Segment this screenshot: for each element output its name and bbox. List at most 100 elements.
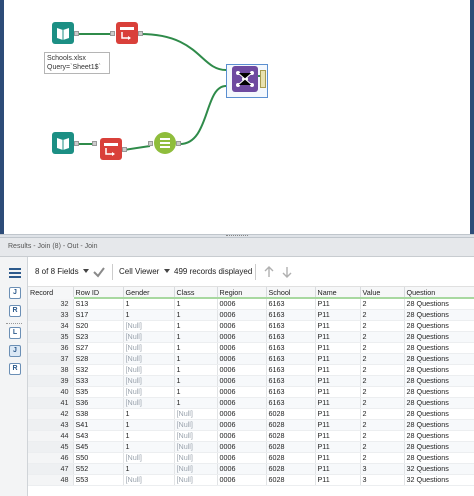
output-anchor[interactable]: [138, 31, 143, 36]
checkmark-icon[interactable]: [92, 265, 106, 279]
table-cell[interactable]: 3: [360, 474, 405, 486]
data-grid-icon[interactable]: [9, 267, 21, 279]
table-cell[interactable]: [Null]: [174, 408, 218, 420]
input-data-tool-2[interactable]: [52, 132, 74, 154]
table-row[interactable]: 48 S53 [Null] [Null] 0006 6028 P11 3 32 Question…: [28, 474, 474, 486]
table-cell[interactable]: 6163: [266, 364, 316, 376]
rail-anchor-j-top[interactable]: J: [9, 287, 21, 299]
table-cell[interactable]: P11: [315, 309, 361, 321]
rail-anchor-r-top[interactable]: R: [9, 305, 21, 317]
table-cell[interactable]: 28 Questions: [404, 386, 474, 398]
table-cell[interactable]: 6163: [266, 397, 316, 409]
table-cell[interactable]: [Null]: [123, 331, 175, 343]
table-cell[interactable]: 1: [174, 309, 218, 321]
table-cell[interactable]: 1: [123, 408, 175, 420]
table-cell[interactable]: 6163: [266, 309, 316, 321]
table-cell[interactable]: [Null]: [174, 441, 218, 453]
output-anchor[interactable]: [74, 31, 79, 36]
table-cell[interactable]: 28 Questions: [404, 342, 474, 354]
table-cell[interactable]: 28 Questions: [404, 452, 474, 464]
table-cell[interactable]: 2: [360, 331, 405, 343]
table-cell[interactable]: P11: [315, 375, 361, 387]
table-cell[interactable]: 0006: [217, 441, 267, 453]
table-cell[interactable]: 0006: [217, 364, 267, 376]
table-row[interactable]: 33 S17 1 1 0006 6163 P11 2 28 Questions: [28, 309, 474, 321]
table-cell[interactable]: 28 Questions: [404, 375, 474, 387]
table-cell[interactable]: P11: [315, 320, 361, 332]
table-cell[interactable]: 0006: [217, 386, 267, 398]
table-cell[interactable]: 0006: [217, 408, 267, 420]
table-cell[interactable]: [Null]: [123, 474, 175, 486]
table-cell[interactable]: P11: [315, 441, 361, 453]
table-cell[interactable]: S13: [73, 298, 124, 310]
table-cell[interactable]: P11: [315, 298, 361, 310]
table-cell[interactable]: 2: [360, 309, 405, 321]
column-header[interactable]: Name: [315, 287, 361, 299]
table-cell[interactable]: 6028: [266, 452, 316, 464]
table-row[interactable]: 43 S41 1 [Null] 0006 6028 P11 2 28 Questions: [28, 419, 474, 431]
table-cell[interactable]: [Null]: [123, 375, 175, 387]
table-cell[interactable]: 1: [174, 353, 218, 365]
rail-anchor-j[interactable]: J: [9, 345, 21, 357]
chevron-down-icon[interactable]: [164, 269, 170, 273]
table-cell[interactable]: [Null]: [123, 320, 175, 332]
table-cell[interactable]: [Null]: [123, 452, 175, 464]
table-cell[interactable]: 32 Questions: [404, 474, 474, 486]
table-cell[interactable]: [Null]: [123, 342, 175, 354]
table-cell[interactable]: S41: [73, 419, 124, 431]
table-row[interactable]: 34 S20 [Null] 1 0006 6163 P11 2 28 Questions: [28, 320, 474, 332]
input-anchor[interactable]: [92, 141, 97, 146]
table-cell[interactable]: 6163: [266, 342, 316, 354]
input-anchor[interactable]: [110, 31, 115, 36]
table-row[interactable]: 36 S27 [Null] 1 0006 6163 P11 2 28 Questions: [28, 342, 474, 354]
table-cell[interactable]: S28: [73, 353, 124, 365]
table-cell[interactable]: [Null]: [123, 397, 175, 409]
table-cell[interactable]: S17: [73, 309, 124, 321]
table-cell[interactable]: 2: [360, 441, 405, 453]
table-cell[interactable]: 0006: [217, 375, 267, 387]
table-row[interactable]: 37 S28 [Null] 1 0006 6163 P11 2 28 Questions: [28, 353, 474, 365]
table-cell[interactable]: 0006: [217, 298, 267, 310]
workflow-canvas[interactable]: Schools.xlsx Query=`Sheet1$`: [0, 0, 474, 234]
table-cell[interactable]: 0006: [217, 474, 267, 486]
table-cell[interactable]: 28 Questions: [404, 430, 474, 442]
output-anchor[interactable]: [74, 141, 79, 146]
chevron-down-icon[interactable]: [83, 269, 89, 273]
table-cell[interactable]: [Null]: [174, 419, 218, 431]
table-cell[interactable]: [Null]: [123, 353, 175, 365]
table-cell[interactable]: S43: [73, 430, 124, 442]
table-cell[interactable]: 6028: [266, 430, 316, 442]
join-output-anchors[interactable]: [260, 70, 266, 88]
table-cell[interactable]: 0006: [217, 331, 267, 343]
output-anchor[interactable]: [122, 147, 127, 152]
table-cell[interactable]: 28 Questions: [404, 441, 474, 453]
table-cell[interactable]: S50: [73, 452, 124, 464]
table-cell[interactable]: P11: [315, 364, 361, 376]
table-cell[interactable]: 6028: [266, 408, 316, 420]
arrow-up-icon[interactable]: [262, 265, 276, 279]
table-cell[interactable]: S53: [73, 474, 124, 486]
table-cell[interactable]: P11: [315, 353, 361, 365]
column-header[interactable]: Class: [174, 287, 218, 299]
table-cell[interactable]: 2: [360, 298, 405, 310]
table-cell[interactable]: P11: [315, 397, 361, 409]
table-row[interactable]: 32 S13 1 1 0006 6163 P11 2 28 Questions: [28, 298, 474, 310]
table-row[interactable]: 47 S52 1 [Null] 0006 6028 P11 3 32 Questions: [28, 463, 474, 475]
table-cell[interactable]: 1: [174, 364, 218, 376]
table-row[interactable]: 45 S45 1 [Null] 0006 6028 P11 2 28 Questions: [28, 441, 474, 453]
table-cell[interactable]: 2: [360, 419, 405, 431]
table-cell[interactable]: 2: [360, 408, 405, 420]
table-cell[interactable]: 6028: [266, 463, 316, 475]
column-header[interactable]: Row ID: [73, 287, 124, 299]
table-cell[interactable]: [Null]: [174, 474, 218, 486]
table-cell[interactable]: 2: [360, 397, 405, 409]
table-cell[interactable]: 28 Questions: [404, 408, 474, 420]
table-cell[interactable]: P11: [315, 452, 361, 464]
table-cell[interactable]: P11: [315, 419, 361, 431]
table-cell[interactable]: 1: [123, 419, 175, 431]
table-cell[interactable]: 1: [123, 430, 175, 442]
table-cell[interactable]: 28 Questions: [404, 419, 474, 431]
table-cell[interactable]: 0006: [217, 397, 267, 409]
rail-anchor-l[interactable]: L: [9, 327, 21, 339]
table-cell[interactable]: 1: [174, 375, 218, 387]
